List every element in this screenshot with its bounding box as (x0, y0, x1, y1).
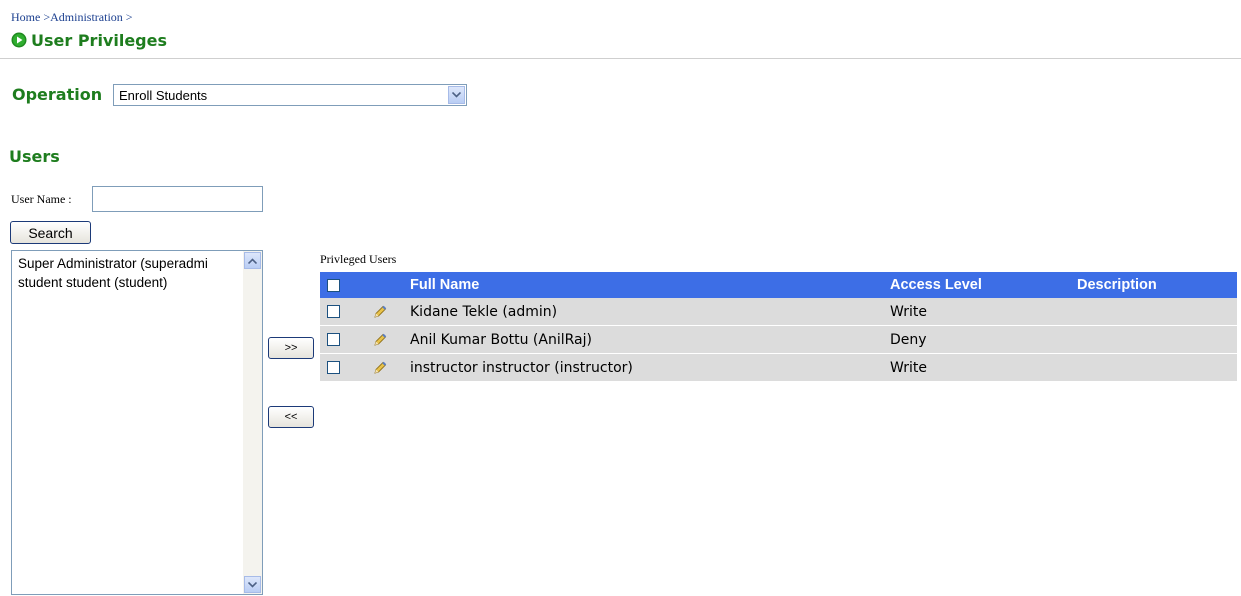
privileged-users-table: Full Name Access Level Description Kidan… (320, 272, 1237, 381)
page-header: User Privileges (11, 30, 167, 50)
row-checkbox[interactable] (327, 361, 340, 374)
pencil-edit-icon[interactable] (372, 332, 388, 348)
list-item[interactable]: Super Administrator (superadmi (18, 256, 208, 271)
operation-label: Operation (12, 85, 103, 104)
breadcrumb: Home >Administration > (11, 10, 133, 25)
header-divider (0, 58, 1241, 59)
users-heading: Users (9, 147, 60, 166)
select-all-checkbox[interactable] (327, 278, 340, 292)
breadcrumb-separator: > (40, 10, 51, 24)
chevron-up-icon (248, 257, 257, 264)
search-button[interactable]: Search (10, 221, 91, 244)
column-header-full-name[interactable]: Full Name (410, 272, 479, 298)
row-checkbox[interactable] (327, 305, 340, 318)
row-full-name: Anil Kumar Bottu (AnilRaj) (410, 331, 592, 348)
username-input[interactable] (92, 186, 263, 212)
scroll-up-button[interactable] (244, 252, 261, 269)
breadcrumb-separator: > (122, 10, 133, 24)
list-item[interactable]: student student (student) (18, 275, 167, 290)
table-header: Full Name Access Level Description (320, 272, 1237, 298)
column-header-access-level[interactable]: Access Level (890, 272, 982, 298)
breadcrumb-administration-link[interactable]: Administration (50, 10, 123, 24)
breadcrumb-home-link[interactable]: Home (11, 10, 40, 24)
row-access-level: Write (890, 359, 927, 376)
vertical-scrollbar[interactable] (243, 251, 262, 594)
username-label: User Name : (11, 192, 72, 206)
page-title: User Privileges (31, 30, 168, 50)
pencil-edit-icon[interactable] (372, 304, 388, 320)
table-row: instructor instructor (instructor) Write (320, 353, 1237, 381)
scroll-down-button[interactable] (244, 576, 261, 593)
play-circle-icon (11, 32, 27, 48)
row-full-name: instructor instructor (instructor) (410, 359, 633, 376)
table-row: Kidane Tekle (admin) Write (320, 298, 1237, 325)
row-access-level: Write (890, 303, 927, 320)
chevron-down-icon (248, 581, 257, 588)
operation-select[interactable]: Enroll Students (113, 84, 467, 106)
row-access-level: Deny (890, 331, 927, 348)
add-privileged-button[interactable]: >> (268, 337, 314, 359)
pencil-edit-icon[interactable] (372, 360, 388, 376)
chevron-down-icon (452, 92, 461, 98)
row-full-name: Kidane Tekle (admin) (410, 303, 558, 320)
column-header-description[interactable]: Description (1077, 272, 1157, 298)
operation-selected-value: Enroll Students (119, 88, 208, 103)
privileged-users-label: Privleged Users (320, 252, 397, 266)
table-row: Anil Kumar Bottu (AnilRaj) Deny (320, 325, 1237, 353)
remove-privileged-button[interactable]: << (268, 406, 314, 428)
users-listbox[interactable]: Super Administrator (superadmi student s… (11, 250, 263, 595)
row-checkbox[interactable] (327, 333, 340, 346)
dropdown-arrow[interactable] (448, 86, 465, 104)
